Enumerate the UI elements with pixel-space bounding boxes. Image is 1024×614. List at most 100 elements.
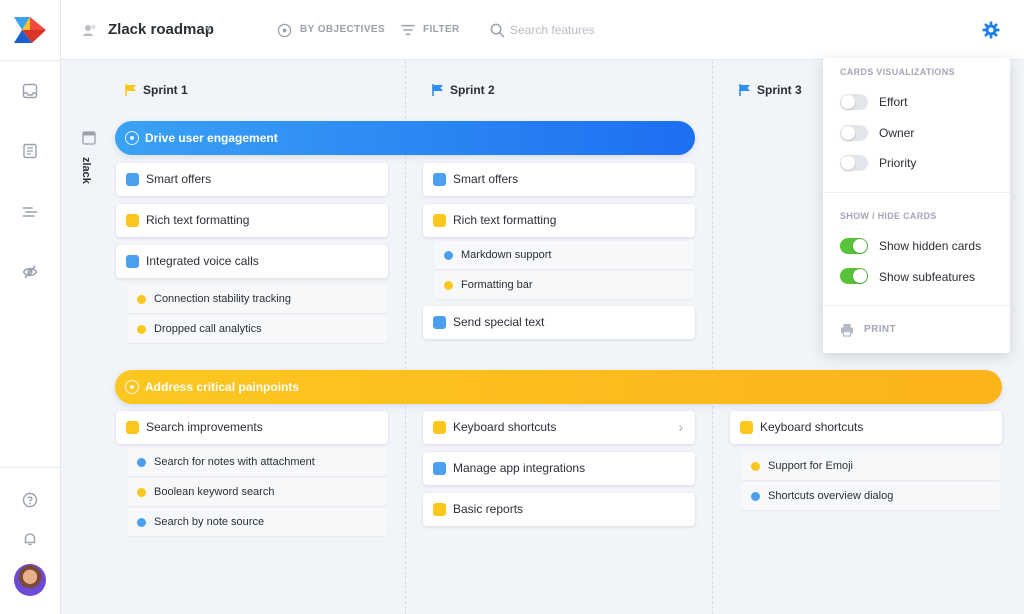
feature-type-icon (740, 421, 753, 434)
subfeature-item[interactable]: Connection stability tracking (127, 285, 387, 313)
app-logo-icon[interactable] (12, 14, 48, 46)
feature-card[interactable]: Integrated voice calls (116, 245, 388, 278)
print-button[interactable]: PRINT (864, 324, 896, 335)
objective-target-icon (125, 131, 139, 145)
feature-card[interactable]: Send special text (423, 306, 695, 339)
search-input[interactable]: Search features (510, 23, 595, 37)
header: Zlack roadmap ▼ BY OBJECTIVES FILTER Sea… (61, 0, 1024, 60)
owner-toggle-label: Owner (879, 126, 915, 140)
feature-card[interactable]: Manage app integrations (423, 452, 695, 485)
subfeature-label: Markdown support (461, 249, 552, 261)
filter-icon (401, 24, 415, 36)
feature-card[interactable]: Smart offers (423, 163, 695, 196)
page-title[interactable]: Zlack roadmap (108, 21, 214, 38)
feature-label: Basic reports (453, 502, 524, 516)
feature-type-icon (433, 421, 446, 434)
feature-label: Rich text formatting (453, 213, 557, 227)
roadmap-lines-icon[interactable] (22, 204, 38, 220)
by-objectives-button[interactable]: BY OBJECTIVES (300, 24, 385, 35)
feature-type-icon (126, 255, 139, 268)
feature-label: Smart offers (146, 172, 212, 186)
feature-label: Search improvements (146, 420, 263, 434)
users-icon (83, 25, 96, 36)
subfeature-label: Support for Emoji (768, 460, 853, 472)
subfeature-dot-icon (751, 462, 760, 471)
avatar[interactable] (14, 564, 46, 596)
subfeature-item[interactable]: Search for notes with attachment (127, 448, 387, 476)
feature-type-icon (433, 214, 446, 227)
feature-card[interactable]: Keyboard shortcuts › (423, 411, 695, 444)
sprint-label: Sprint 1 (143, 83, 188, 97)
priority-toggle[interactable] (840, 155, 868, 171)
feature-card[interactable]: Search improvements (116, 411, 388, 444)
sprint-label: Sprint 3 (757, 83, 802, 97)
subfeature-label: Boolean keyword search (154, 486, 275, 498)
team-label: zlack (80, 157, 92, 184)
sprint-header: Sprint 2 (432, 83, 495, 97)
objectives-target-icon (277, 23, 292, 38)
show-hidden-cards-toggle[interactable] (840, 238, 868, 254)
objective-bar[interactable]: Address critical painpoints (115, 370, 1002, 404)
feature-label: Keyboard shortcuts (760, 420, 864, 434)
help-icon[interactable] (22, 492, 38, 508)
show-subfeatures-label: Show subfeatures (879, 270, 976, 284)
priority-toggle-label: Priority (879, 156, 917, 170)
subfeature-item[interactable]: Support for Emoji (741, 452, 1001, 480)
feature-label: Integrated voice calls (146, 254, 259, 268)
objective-label: Drive user engagement (145, 131, 278, 145)
sidebar (0, 0, 61, 614)
card-settings-popover: CARDS VISUALIZATIONS Effort Owner Priori… (823, 58, 1010, 353)
feature-label: Manage app integrations (453, 461, 586, 475)
notification-bell-icon[interactable] (22, 531, 38, 547)
subfeature-dot-icon (137, 458, 146, 467)
feature-card[interactable]: Basic reports (423, 493, 695, 526)
chevron-right-icon[interactable]: › (678, 411, 683, 444)
feature-type-icon (126, 173, 139, 186)
sidebar-divider (0, 60, 60, 61)
feature-label: Send special text (453, 315, 545, 329)
hidden-eye-icon[interactable] (22, 264, 38, 280)
subfeature-item[interactable]: Dropped call analytics (127, 315, 387, 343)
effort-toggle[interactable] (840, 94, 868, 110)
objective-target-icon (125, 380, 139, 394)
subfeature-item[interactable]: Boolean keyword search (127, 478, 387, 506)
gear-icon[interactable] (982, 21, 1000, 39)
owner-toggle[interactable] (840, 125, 868, 141)
filter-button[interactable]: FILTER (423, 24, 460, 35)
subfeature-label: Formatting bar (461, 279, 533, 291)
subfeature-item[interactable]: Search by note source (127, 508, 387, 536)
sprint-label: Sprint 2 (450, 83, 495, 97)
feature-type-icon (433, 503, 446, 516)
feature-card[interactable]: Rich text formatting (423, 204, 695, 237)
feature-label: Keyboard shortcuts (453, 420, 557, 434)
feature-type-icon (126, 421, 139, 434)
document-icon[interactable] (22, 143, 38, 159)
feature-type-icon (433, 316, 446, 329)
feature-label: Rich text formatting (146, 213, 250, 227)
feature-card[interactable]: Keyboard shortcuts (730, 411, 1002, 444)
feature-label: Smart offers (453, 172, 519, 186)
show-subfeatures-toggle[interactable] (840, 268, 868, 284)
subfeature-label: Search by note source (154, 516, 265, 528)
subfeature-item[interactable]: Formatting bar (434, 271, 694, 299)
sidebar-divider (0, 467, 60, 468)
chevron-down-icon[interactable]: ▼ (204, 24, 213, 34)
feature-card[interactable]: Rich text formatting (116, 204, 388, 237)
sprint-flag-icon (432, 84, 443, 96)
feature-type-icon (433, 462, 446, 475)
feature-card[interactable]: Smart offers (116, 163, 388, 196)
feature-type-icon (433, 173, 446, 186)
subfeature-item[interactable]: Shortcuts overview dialog (741, 482, 1001, 510)
objective-bar[interactable]: Drive user engagement (115, 121, 695, 155)
popover-divider (823, 305, 1010, 306)
subfeature-label: Dropped call analytics (154, 323, 262, 335)
subfeature-label: Connection stability tracking (154, 293, 291, 305)
show-hide-cards-title: SHOW / HIDE CARDS (840, 211, 937, 221)
search-icon (490, 23, 505, 38)
inbox-icon[interactable] (22, 83, 38, 99)
subfeature-dot-icon (444, 251, 453, 260)
subfeature-dot-icon (137, 325, 146, 334)
subfeature-item[interactable]: Markdown support (434, 241, 694, 269)
subfeature-dot-icon (137, 295, 146, 304)
show-hidden-cards-label: Show hidden cards (879, 239, 982, 253)
